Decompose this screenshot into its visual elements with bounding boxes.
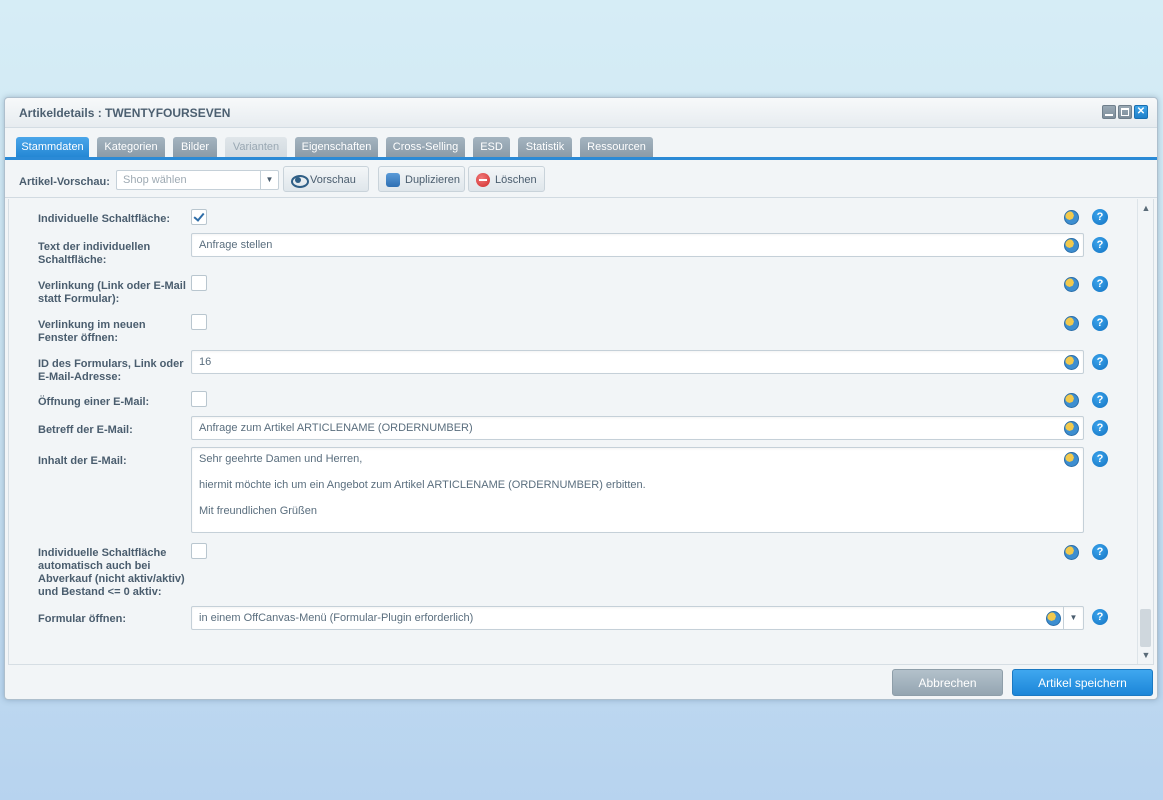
translation-globe-icon[interactable] [1064, 355, 1079, 370]
tab-cross-selling[interactable]: Cross-Selling [386, 137, 465, 157]
delete-button-label: Löschen [495, 174, 537, 186]
minimize-icon[interactable] [1102, 105, 1116, 119]
email-body-label: Inhalt der E-Mail: [38, 455, 127, 467]
new-window-label: Verlinkung im neuen Fenster öffnen: [38, 319, 146, 344]
help-icon[interactable]: ? [1092, 609, 1108, 625]
email-body-line: hiermit möchte ich um ein Angebot zum Ar… [199, 479, 646, 491]
form-panel: Individuelle Schaltfläche: ? Text der in… [8, 199, 1154, 665]
preview-button[interactable]: Vorschau [283, 166, 369, 192]
email-subject-label: Betreff der E-Mail: [38, 424, 133, 436]
individual-button-checkbox[interactable] [191, 209, 207, 225]
save-article-button[interactable]: Artikel speichern [1012, 669, 1153, 696]
shop-select[interactable]: Shop wählen ▼ [116, 170, 279, 190]
chevron-down-icon[interactable]: ▼ [1138, 648, 1153, 662]
help-icon[interactable]: ? [1092, 420, 1108, 436]
button-text-value: Anfrage stellen [199, 239, 273, 251]
eye-icon [291, 173, 309, 188]
help-icon[interactable]: ? [1092, 544, 1108, 560]
help-icon[interactable]: ? [1092, 237, 1108, 253]
help-icon[interactable]: ? [1092, 315, 1108, 331]
tab-bar: Stammdaten Kategorien Bilder Varianten E… [5, 128, 1157, 160]
link-instead-label: Verlinkung (Link oder E-Mail statt Formu… [38, 280, 186, 305]
shop-select-placeholder: Shop wählen [123, 174, 187, 186]
form-id-value: 16 [199, 356, 212, 368]
auto-button-label: Individuelle Schaltfläche automatisch au… [38, 547, 185, 598]
help-icon[interactable]: ? [1092, 392, 1108, 408]
email-subject-input[interactable]: Anfrage zum Artikel ARTICLENAME (ORDERNU… [191, 416, 1084, 440]
close-icon[interactable]: ✕ [1134, 105, 1148, 119]
individual-button-label: Individuelle Schaltfläche: [38, 213, 171, 225]
translation-globe-icon[interactable] [1064, 277, 1079, 292]
auto-button-checkbox[interactable] [191, 543, 207, 559]
preview-button-label: Vorschau [310, 174, 356, 186]
email-body-textarea[interactable]: Sehr geehrte Damen und Herren, hiermit m… [191, 447, 1084, 533]
open-form-label: Formular öffnen: [38, 613, 126, 625]
open-form-select[interactable]: in einem OffCanvas-Menü (Formular-Plugin… [191, 606, 1084, 630]
delete-icon [476, 173, 490, 187]
tab-esd[interactable]: ESD [473, 137, 510, 157]
tab-varianten: Varianten [225, 137, 287, 157]
delete-button[interactable]: Löschen [468, 166, 545, 192]
duplicate-icon [386, 173, 400, 187]
help-icon[interactable]: ? [1092, 276, 1108, 292]
translation-globe-icon[interactable] [1064, 421, 1079, 436]
duplicate-button-label: Duplizieren [405, 174, 461, 186]
duplicate-button[interactable]: Duplizieren [378, 166, 465, 192]
help-icon[interactable]: ? [1092, 209, 1108, 225]
form-scrollbar[interactable]: ▲ ▼ [1137, 199, 1153, 664]
maximize-icon[interactable] [1118, 105, 1132, 119]
new-window-checkbox[interactable] [191, 314, 207, 330]
translation-globe-icon[interactable] [1064, 238, 1079, 253]
email-subject-value: Anfrage zum Artikel ARTICLENAME (ORDERNU… [199, 422, 473, 434]
translation-globe-icon[interactable] [1064, 545, 1079, 560]
footer-bar: Abbrechen Artikel speichern [5, 665, 1157, 699]
chevron-up-icon[interactable]: ▲ [1138, 201, 1153, 215]
open-email-label: Öffnung einer E-Mail: [38, 396, 150, 408]
translation-globe-icon[interactable] [1064, 210, 1079, 225]
tab-ressourcen[interactable]: Ressourcen [580, 137, 653, 157]
window-titlebar[interactable]: Artikeldetails : TWENTYFOURSEVEN ✕ [5, 98, 1157, 128]
button-text-label: Text der individuellen Schaltfläche: [38, 241, 151, 266]
window-title: Artikeldetails : TWENTYFOURSEVEN [19, 106, 231, 120]
tab-statistik[interactable]: Statistik [518, 137, 572, 157]
toolbar: Artikel-Vorschau: Shop wählen ▼ Vorschau… [5, 163, 1157, 198]
open-email-checkbox[interactable] [191, 391, 207, 407]
email-body-line: Sehr geehrte Damen und Herren, [199, 453, 363, 465]
chevron-down-icon[interactable]: ▼ [1063, 607, 1083, 629]
translation-globe-icon[interactable] [1064, 316, 1079, 331]
cancel-button[interactable]: Abbrechen [892, 669, 1003, 696]
translation-globe-icon[interactable] [1064, 393, 1079, 408]
tab-eigenschaften[interactable]: Eigenschaften [295, 137, 378, 157]
preview-label: Artikel-Vorschau: [19, 176, 110, 188]
article-details-window: Artikeldetails : TWENTYFOURSEVEN ✕ Stamm… [4, 97, 1158, 700]
help-icon[interactable]: ? [1092, 451, 1108, 467]
scrollbar-thumb[interactable] [1140, 609, 1151, 647]
form-id-label: ID des Formulars, Link oder E-Mail-Adres… [38, 358, 184, 383]
tab-bilder[interactable]: Bilder [173, 137, 217, 157]
chevron-down-icon[interactable]: ▼ [260, 171, 278, 189]
tab-stammdaten[interactable]: Stammdaten [16, 137, 89, 157]
email-body-line: Mit freundlichen Grüßen [199, 505, 317, 517]
translation-globe-icon[interactable] [1064, 452, 1079, 467]
tab-kategorien[interactable]: Kategorien [97, 137, 165, 157]
open-form-value: in einem OffCanvas-Menü (Formular-Plugin… [199, 612, 474, 624]
button-text-input[interactable]: Anfrage stellen [191, 233, 1084, 257]
help-icon[interactable]: ? [1092, 354, 1108, 370]
link-instead-checkbox[interactable] [191, 275, 207, 291]
form-id-input[interactable]: 16 [191, 350, 1084, 374]
translation-globe-icon[interactable] [1046, 611, 1061, 626]
